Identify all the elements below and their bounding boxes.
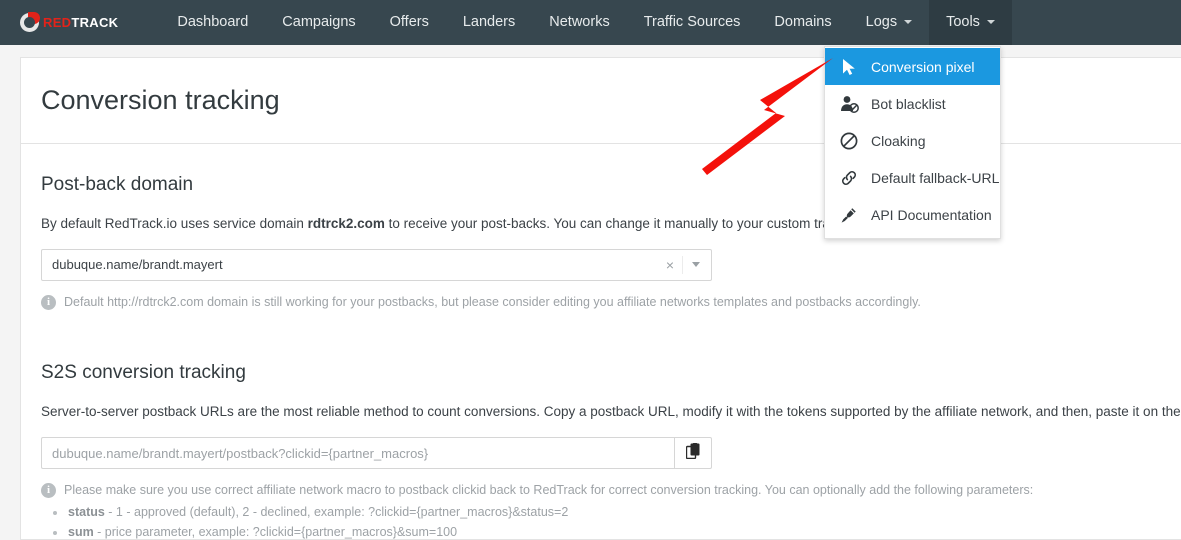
nav-item-landers[interactable]: Landers xyxy=(446,0,532,45)
logo-text-red: RED xyxy=(43,15,72,30)
dropdown-item-label: Bot blacklist xyxy=(871,95,946,112)
nav-item-campaigns[interactable]: Campaigns xyxy=(265,0,372,45)
page-content: Post-back domain By default RedTrack.io … xyxy=(21,144,1181,539)
nav-item-domains[interactable]: Domains xyxy=(757,0,848,45)
desc-domain: rdtrck2.com xyxy=(307,216,385,231)
s2s-description: Server-to-server postback URLs are the m… xyxy=(41,404,1181,420)
postback-domain-description: By default RedTrack.io uses service doma… xyxy=(41,214,1181,234)
dropdown-item-api-documentation[interactable]: API Documentation xyxy=(825,196,1000,233)
postback-domain-hint: i Default http://rdtrck2.com domain is s… xyxy=(41,294,1181,311)
logo-text-white: TRACK xyxy=(71,15,119,30)
nav-item-tools[interactable]: Tools xyxy=(929,0,1012,45)
no-entry-icon xyxy=(839,131,859,151)
copy-button[interactable] xyxy=(674,437,712,469)
user-blocked-icon xyxy=(839,94,859,114)
chevron-down-icon[interactable] xyxy=(682,255,711,274)
s2s-hint-text: Please make sure you use correct affilia… xyxy=(64,483,1034,497)
postback-domain-hint-text: Default http://rdtrck2.com domain is sti… xyxy=(64,294,921,309)
s2s-parameters-list: status - 1 - approved (default), 2 - dec… xyxy=(53,505,1181,539)
s2s-postback-url-group: dubuque.name/brandt.mayert/postback?clic… xyxy=(41,437,712,469)
clear-icon[interactable]: × xyxy=(658,257,682,273)
desc-prefix: By default RedTrack.io uses service doma… xyxy=(41,216,308,231)
nav-item-traffic-sources[interactable]: Traffic Sources xyxy=(627,0,758,45)
info-icon: i xyxy=(41,294,56,310)
nav-item-networks[interactable]: Networks xyxy=(532,0,626,45)
page-title: Conversion tracking xyxy=(41,85,280,115)
dropdown-item-bot-blacklist[interactable]: Bot blacklist xyxy=(825,85,1000,122)
dropdown-item-default-fallback-url[interactable]: Default fallback-URL xyxy=(825,159,1000,196)
postback-domain-select[interactable]: dubuque.name/brandt.mayert × xyxy=(41,248,712,281)
nav-item-offers[interactable]: Offers xyxy=(373,0,446,45)
redtrack-logo-icon xyxy=(20,12,40,32)
parameter-name: sum xyxy=(68,524,94,539)
tools-dropdown-menu[interactable]: Conversion pixel Bot blacklist Cloaking Def… xyxy=(824,46,1001,239)
plug-icon xyxy=(839,205,859,225)
s2s-postback-url-input[interactable]: dubuque.name/brandt.mayert/postback?clic… xyxy=(41,437,674,469)
s2s-hint: i Please make sure you use correct affil… xyxy=(41,482,1181,499)
page-header: Conversion tracking xyxy=(21,58,1181,144)
parameter-item: sum - price parameter, example: ?clickid… xyxy=(53,525,1181,539)
dropdown-item-label: Conversion pixel xyxy=(871,58,975,75)
dropdown-item-label: Default fallback-URL xyxy=(871,169,1000,186)
postback-domain-heading: Post-back domain xyxy=(41,174,194,195)
s2s-heading: S2S conversion tracking xyxy=(41,362,246,384)
parameter-text: - price parameter, example: ?clickid={pa… xyxy=(93,524,458,539)
dropdown-item-label: Cloaking xyxy=(871,132,926,149)
link-chain-icon xyxy=(839,168,859,188)
s2s-section: S2S conversion tracking Server-to-server… xyxy=(41,362,1181,539)
clipboard-icon xyxy=(685,442,701,464)
info-icon: i xyxy=(41,483,56,498)
postback-domain-section: Post-back domain By default RedTrack.io … xyxy=(41,174,1181,310)
redtrack-logo[interactable]: REDTRACK xyxy=(20,0,118,45)
dropdown-item-label: API Documentation xyxy=(871,206,992,223)
nav-item-dashboard[interactable]: Dashboard xyxy=(160,0,265,45)
page-card: Conversion tracking Post-back domain By … xyxy=(20,57,1181,540)
cursor-arrow-icon xyxy=(839,57,859,77)
dropdown-item-conversion-pixel[interactable]: Conversion pixel xyxy=(825,48,1000,85)
nav-item-logs[interactable]: Logs xyxy=(849,0,929,45)
top-navigation-bar: REDTRACK Dashboard Campaigns Offers Landers… xyxy=(0,0,1181,45)
dropdown-item-cloaking[interactable]: Cloaking xyxy=(825,122,1000,159)
postback-domain-value: dubuque.name/brandt.mayert xyxy=(52,257,223,273)
